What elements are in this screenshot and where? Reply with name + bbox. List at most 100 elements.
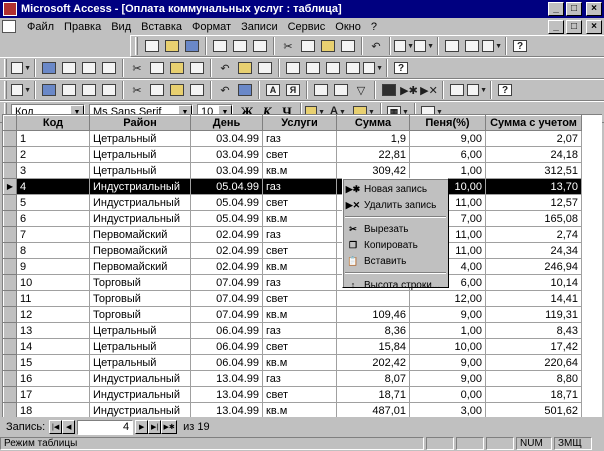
table-cell[interactable]: Торговый [89,290,191,307]
table-row[interactable]: 14 Цетральный 06.04.99 свет 15,84 10,00 17,42 [3,338,582,355]
toolbar-grip[interactable] [135,37,138,55]
table-row[interactable]: 2 Цетральный 03.04.99 свет 22,81 6,00 24,18 [3,146,582,163]
close-button[interactable]: × [586,2,602,16]
column-header[interactable]: Код [16,115,90,131]
table-cell[interactable]: 5 [16,194,90,211]
table-row[interactable]: 9 Первомайский 02.04.99 кв.м 4,00 246,94 [3,258,582,275]
table-cell[interactable]: 15,84 [336,338,410,355]
table-cell[interactable]: 13.04.99 [190,370,263,387]
maximize-button[interactable]: □ [566,2,582,16]
column-header[interactable]: День [190,115,263,131]
table-cell[interactable]: 7 [16,226,90,243]
table-document-icon[interactable] [2,20,16,33]
cut-button-3[interactable]: ✂ [127,81,147,100]
menu-file[interactable]: Файл [22,21,59,33]
menu-records[interactable]: Записи [236,21,283,33]
menu-format[interactable]: Формат [187,21,236,33]
table-cell[interactable]: свет [262,386,337,403]
table-cell[interactable]: 8,43 [485,322,582,339]
table-cell[interactable]: 0,00 [409,386,486,403]
new-object-button-2[interactable]: ▼ [363,59,383,78]
table-cell[interactable]: 4 [16,178,90,195]
table-cell[interactable]: 1,9 [336,130,410,147]
table-row[interactable]: 11 Торговый 07.04.99 свет 12,00 14,41 [3,290,582,307]
preview-button-3[interactable] [79,81,99,100]
record-selector[interactable] [3,242,17,259]
table-cell[interactable]: Торговый [89,306,191,323]
table-cell[interactable]: 15 [16,354,90,371]
record-selector[interactable] [3,226,17,243]
record-selector[interactable] [3,370,17,387]
record-selector[interactable] [3,306,17,323]
next-record-button[interactable]: ▶ [135,420,149,434]
save-button-2[interactable] [39,59,59,78]
table-cell[interactable]: 8,36 [336,322,410,339]
table-cell[interactable]: 02.04.99 [190,226,263,243]
table-cell[interactable]: 8,80 [485,370,582,387]
menu-help[interactable]: ? [366,21,382,33]
table-cell[interactable]: 06.04.99 [190,322,263,339]
print-button-3[interactable] [59,81,79,100]
table-cell[interactable]: кв.м [262,354,337,371]
cut-button-2[interactable]: ✂ [127,59,147,78]
record-selector[interactable] [3,354,17,371]
menu-insert[interactable]: Вставка [136,21,187,33]
toolbar-grip[interactable] [4,81,7,99]
table-cell[interactable]: 22,81 [336,146,410,163]
table-cell[interactable]: Индустриальный [89,386,191,403]
new-object-button-3[interactable]: ▼ [467,81,487,100]
apply-filter-button[interactable]: ▽ [351,81,371,100]
table-cell[interactable]: 24,34 [485,242,582,259]
table-cell[interactable]: Первомайский [89,258,191,275]
table-cell[interactable]: 11 [16,290,90,307]
table-cell[interactable]: Цетральный [89,338,191,355]
table-cell[interactable]: 18,71 [485,386,582,403]
table-cell[interactable]: Индустриальный [89,402,191,417]
table-cell[interactable]: 10 [16,274,90,291]
table-cell[interactable]: 312,51 [485,162,582,179]
record-number-input[interactable]: 4 [77,419,134,435]
table-cell[interactable]: Цетральный [89,322,191,339]
new-button[interactable] [142,37,162,56]
table-row[interactable]: 16 Индустриальный 13.04.99 газ 8,07 9,00 8,80 [3,370,582,387]
build-button[interactable] [323,59,343,78]
table-cell[interactable]: 13.04.99 [190,402,263,417]
table-cell[interactable]: газ [262,274,337,291]
table-cell[interactable]: 17,42 [485,338,582,355]
indexes-button[interactable] [255,59,275,78]
table-cell[interactable]: свет [262,146,337,163]
record-selector[interactable] [3,386,17,403]
menu-tools[interactable]: Сервис [283,21,331,33]
table-cell[interactable]: 05.04.99 [190,178,263,195]
table-cell[interactable]: 13.04.99 [190,386,263,403]
table-cell[interactable]: Индустриальный [89,370,191,387]
record-selector[interactable] [3,258,17,275]
table-cell[interactable]: 05.04.99 [190,210,263,227]
ctx-new-record[interactable]: ▶✱ Новая запись [343,181,448,197]
format-painter-button-3[interactable] [187,81,207,100]
table-cell[interactable]: 6,00 [409,146,486,163]
record-selector[interactable] [3,146,17,163]
table-row[interactable]: 17 Индустриальный 13.04.99 свет 18,71 0,00 18,… [3,386,582,403]
select-all-corner[interactable] [3,115,17,131]
table-row[interactable]: 3 Цетральный 03.04.99 кв.м 309,42 1,00 312,51 [3,162,582,179]
table-row[interactable]: 6 Индустриальный 05.04.99 кв.м 7,00 165,08 [3,210,582,227]
doc-close-button[interactable]: × [586,20,602,34]
ctx-copy[interactable]: ❐ Копировать [343,237,448,253]
minimize-button[interactable]: _ [548,2,564,16]
undo-button[interactable]: ↶ [366,37,386,56]
database-window-button-3[interactable] [447,81,467,100]
save-button[interactable] [182,37,202,56]
help-button-3[interactable]: ? [495,81,515,100]
column-header[interactable]: Пеня(%) [409,115,486,131]
table-row[interactable]: 18 Индустриальный 13.04.99 кв.м 487,01 3,00 50… [3,402,582,417]
analyze-button[interactable]: ▼ [414,37,434,56]
doc-minimize-button[interactable]: _ [548,20,564,34]
table-cell[interactable]: 220,64 [485,354,582,371]
table-cell[interactable]: Индустриальный [89,194,191,211]
table-cell[interactable]: кв.м [262,258,337,275]
table-row[interactable]: 12 Торговый 07.04.99 кв.м 109,46 9,00 119,31 [3,306,582,323]
table-row[interactable]: 5 Индустриальный 05.04.99 свет 11,00 12,57 [3,194,582,211]
table-cell[interactable]: 8,07 [336,370,410,387]
table-cell[interactable]: 10,14 [485,274,582,291]
